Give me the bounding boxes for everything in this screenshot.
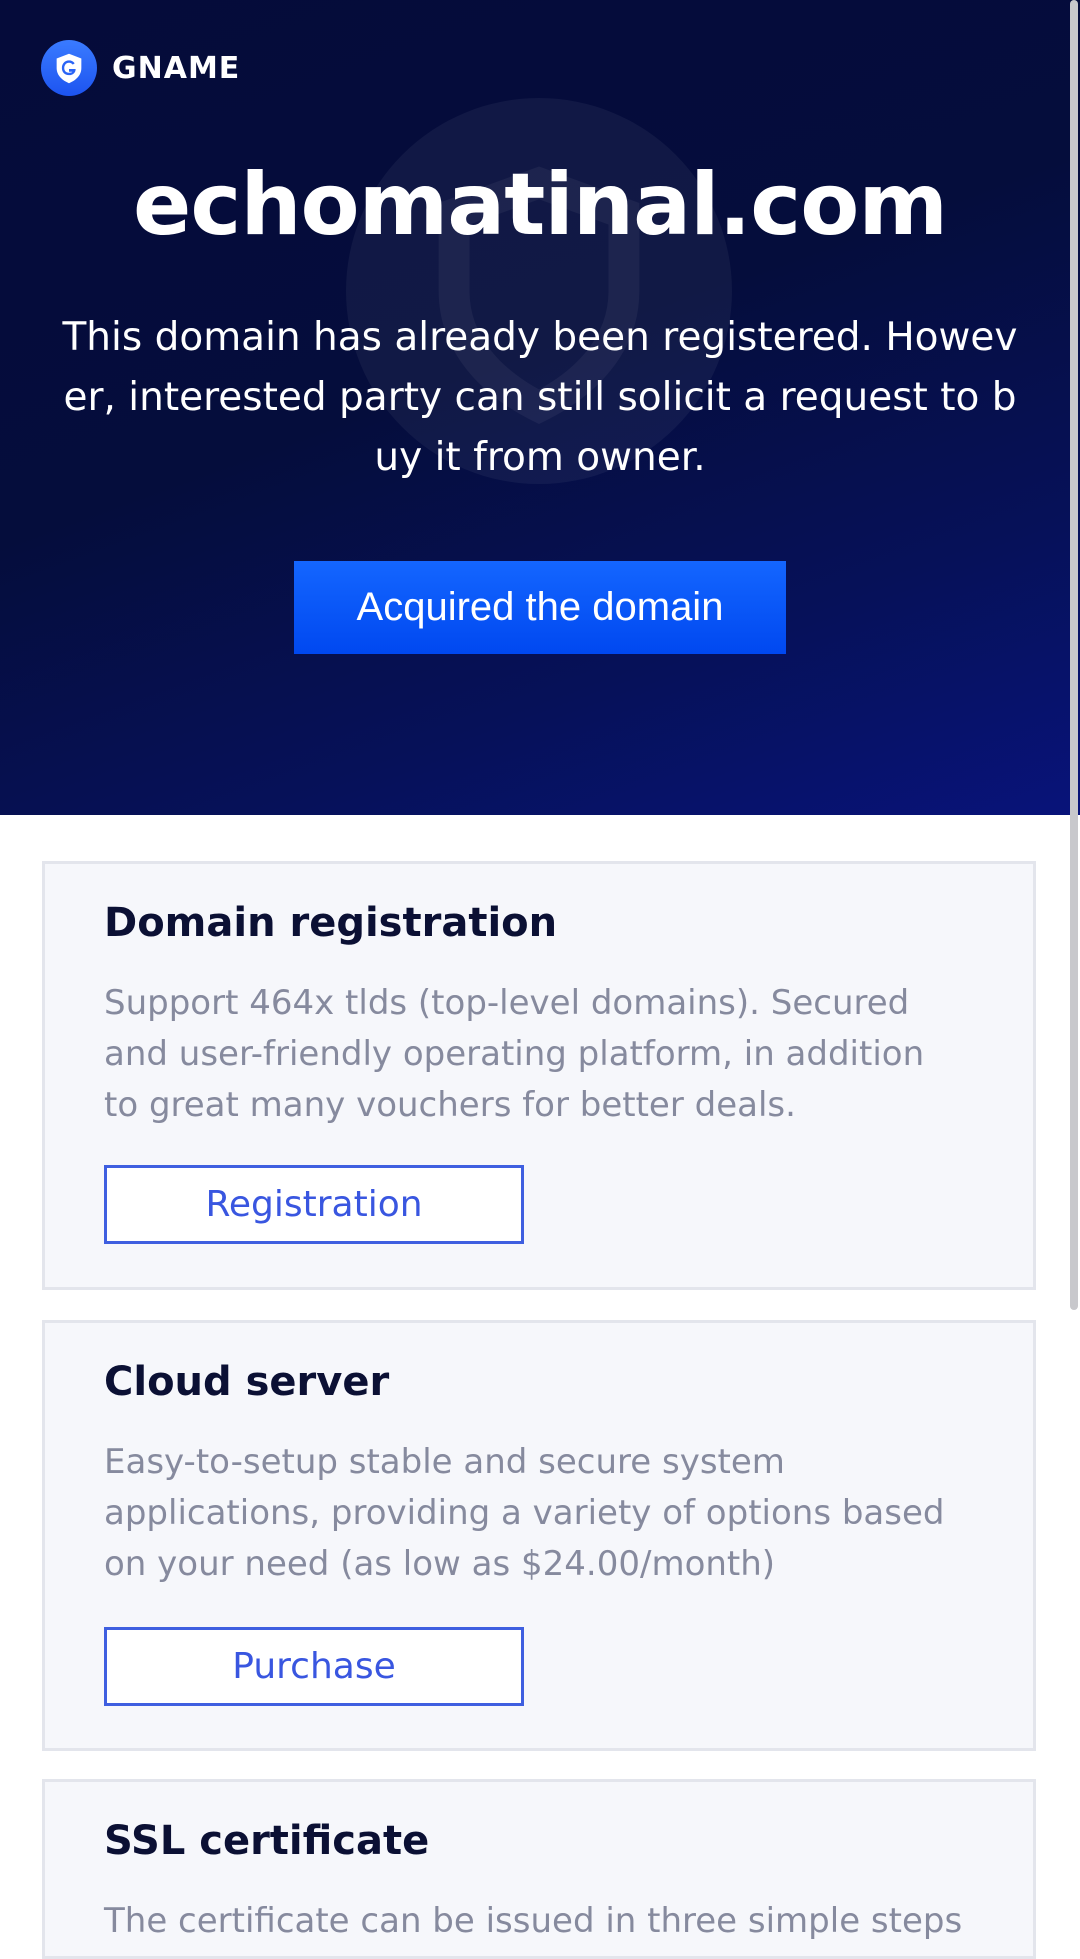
scrollbar-thumb[interactable] [1070,0,1078,1310]
card-description: Support 464x tlds (top-level domains). S… [104,983,925,1125]
cloud-server-card: Cloud server Easy-to-setup stable and se… [42,1320,1036,1751]
card-title: Domain registration [104,900,558,946]
card-description: The certificate can be issued in three s… [104,1901,963,1941]
domain-title: echomatinal.com [133,155,948,255]
card-title: Cloud server [104,1359,390,1405]
domain-status-text: This domain has already been registered.… [62,315,1018,480]
brand-logo[interactable]: GNAME [41,40,240,96]
registration-button[interactable]: Registration [104,1165,524,1244]
g-shield-icon [41,40,97,96]
page-scrollbar[interactable] [1068,0,1080,1920]
card-description: Easy-to-setup stable and secure system a… [104,1442,945,1584]
domain-registration-card: Domain registration Support 464x tlds (t… [42,861,1036,1290]
acquire-domain-button[interactable]: Acquired the domain [294,561,786,654]
brand-name: GNAME [112,50,241,86]
ssl-certificate-card: SSL certificate The certificate can be i… [42,1779,1036,1959]
purchase-button[interactable]: Purchase [104,1627,524,1706]
hero-banner: GNAME echomatinal.com This domain has al… [0,0,1080,815]
card-title: SSL certificate [104,1818,430,1864]
